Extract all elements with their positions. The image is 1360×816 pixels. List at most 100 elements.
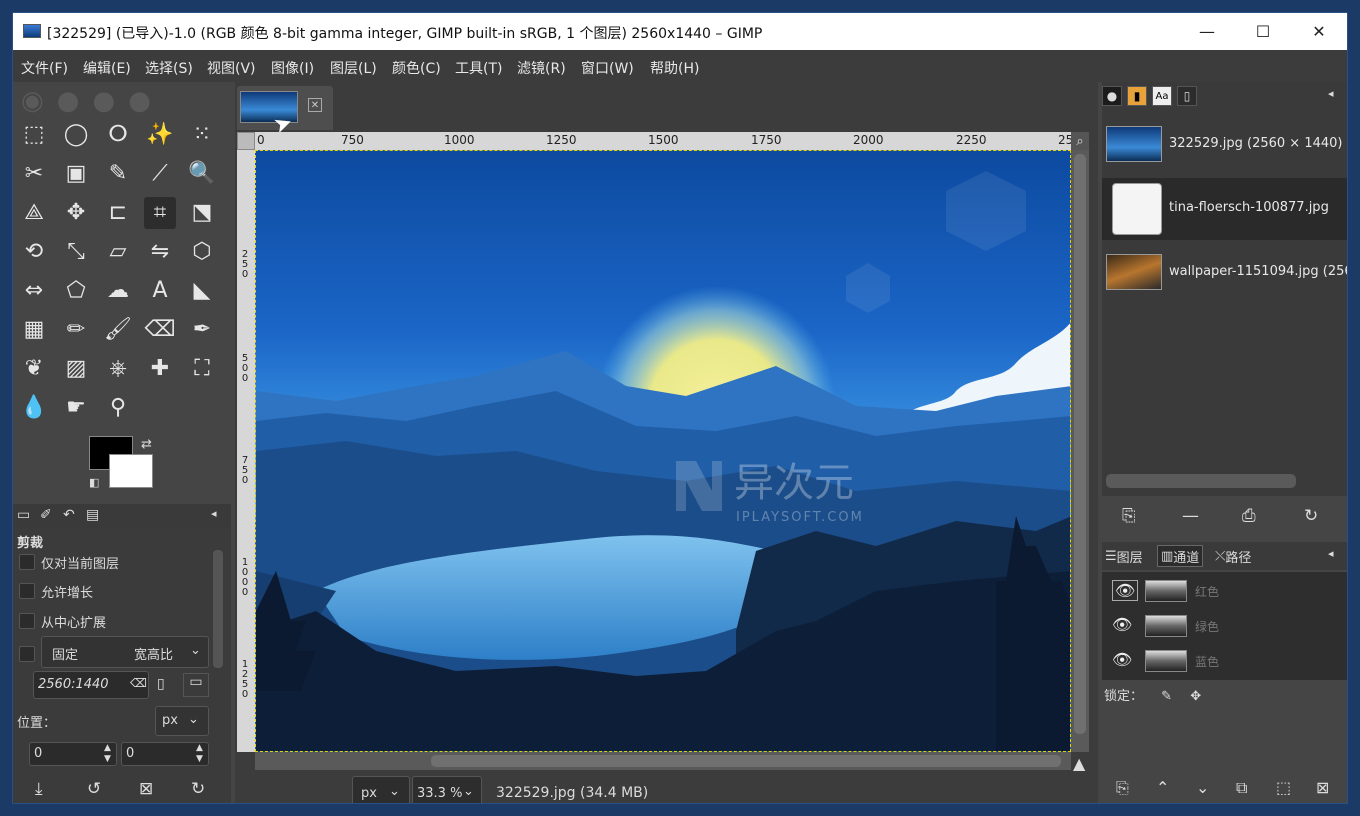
vertical-ruler[interactable]: 2 5 0 5 0 0 7 5 0 1 0 0 0 1 2 5 0 (237, 150, 255, 752)
aspect-ratio-input[interactable]: 2560:1440 ⌫ (33, 671, 149, 699)
duplicate-icon[interactable]: ⧉ (1236, 778, 1247, 798)
brushes-tab[interactable]: ● (1102, 86, 1122, 106)
spin-icon[interactable]: ▲ ▼ (104, 743, 111, 765)
vertical-scrollbar[interactable] (1071, 150, 1089, 752)
to-selection-icon[interactable]: ⬚ (1276, 778, 1291, 797)
align-icon[interactable]: ⊏ (102, 197, 134, 229)
unified-transform-icon[interactable]: ⬔ (186, 197, 218, 229)
new-channel-icon[interactable]: ⎘ (1116, 778, 1129, 798)
minimize-button[interactable]: — (1179, 13, 1235, 50)
blur-icon[interactable]: 💧 (18, 392, 50, 424)
paths-icon[interactable]: ✎ (102, 158, 134, 190)
menu-image[interactable]: 图像(I) (271, 58, 314, 78)
zoom-dropdown[interactable]: 33.3 % ⌄ (412, 776, 482, 803)
measure-icon[interactable]: ⟁ (18, 197, 50, 229)
scale-icon[interactable]: ⤡ (60, 236, 92, 268)
image-canvas[interactable]: 异次元 IPLAYSOFT.COM (255, 150, 1071, 752)
clone-icon[interactable]: ⎈ (102, 353, 134, 385)
smudge-tool-icon[interactable]: ☛ (60, 392, 92, 424)
foreground-select-icon[interactable]: ▣ (60, 158, 92, 190)
delete-options-icon[interactable]: ⊠ (139, 779, 153, 799)
visibility-eye-icon[interactable]: 👁 (1112, 580, 1139, 601)
position-y-input[interactable]: 0 ▲ ▼ (121, 742, 209, 766)
mypaint-brush-icon[interactable]: ▨ (60, 353, 92, 385)
menu-tools[interactable]: 工具(T) (455, 58, 502, 78)
horizontal-scrollbar[interactable] (255, 752, 1071, 770)
position-x-input[interactable]: 0 ▲ ▼ (29, 742, 117, 766)
vertical-scroll-thumb[interactable] (1074, 154, 1086, 734)
undo-history-tab[interactable]: ↶ (63, 507, 75, 523)
documents-tab[interactable]: ▯ (1177, 86, 1197, 106)
zoom-icon[interactable]: 🔍 (186, 158, 218, 190)
paintbrush-icon[interactable]: 🖌 (102, 314, 134, 346)
lower-icon[interactable]: ⌄ (1196, 778, 1209, 797)
eraser-icon[interactable]: ⌫ (144, 314, 176, 346)
close-button[interactable]: ✕ (1291, 13, 1347, 50)
rotate-icon[interactable]: ⟲ (18, 236, 50, 268)
flip-icon[interactable]: ⇋ (144, 236, 176, 268)
rect-select-icon[interactable]: ⬚ (18, 119, 50, 151)
menu-help[interactable]: 帮助(H) (650, 58, 699, 78)
print-icon[interactable]: ⎙ (1242, 506, 1256, 526)
zoom-image-icon[interactable]: ⌕ (1071, 132, 1089, 150)
tab-paths[interactable]: ⤬ 路径 (1212, 545, 1254, 567)
scissors-icon[interactable]: ✂ (18, 158, 50, 190)
menu-view[interactable]: 视图(V) (207, 58, 256, 78)
refresh-icon[interactable]: ↻ (1304, 506, 1318, 526)
horizontal-ruler[interactable]: 0 750 1000 1250 1500 1750 2000 2250 25 (255, 132, 1071, 150)
fixed-checkbox[interactable] (19, 646, 35, 662)
gradient-icon[interactable]: ▦ (18, 314, 50, 346)
save-options-icon[interactable]: ⤓ (35, 779, 43, 799)
shear-icon[interactable]: ▱ (102, 236, 134, 268)
tab-layers[interactable]: ☰ 图层 (1102, 545, 1146, 567)
navigate-icon[interactable]: ▲ (1073, 754, 1085, 773)
text-icon[interactable]: A (144, 275, 176, 307)
free-select-icon[interactable]: ⵔ (102, 119, 134, 151)
remove-icon[interactable]: — (1182, 506, 1199, 526)
move-icon[interactable]: ✥ (60, 197, 92, 229)
position-unit-dropdown[interactable]: px ⌄ (155, 706, 209, 736)
lock-position-icon[interactable]: ✥ (1190, 689, 1201, 704)
visibility-eye-icon[interactable]: 👁 (1112, 615, 1132, 634)
pencil-icon[interactable]: ✏ (60, 314, 92, 346)
swap-colors-icon[interactable]: ⇄ (141, 437, 152, 452)
warp-transform-icon[interactable]: ⇔ (18, 275, 50, 307)
image-list-item[interactable]: 322529.jpg (2560 × 1440) (1102, 114, 1347, 176)
menu-edit[interactable]: 编辑(E) (83, 58, 131, 78)
unit-dropdown[interactable]: px ⌄ (352, 776, 410, 803)
dock-menu-icon[interactable]: ◂ (1328, 547, 1334, 560)
options-scrollbar[interactable] (213, 550, 223, 668)
smudge-icon[interactable]: ☁ (102, 275, 134, 307)
crop-icon[interactable]: ⌗ (144, 197, 176, 229)
maximize-button[interactable]: ☐ (1235, 13, 1291, 50)
expand-from-center-checkbox[interactable] (19, 613, 35, 629)
open-image-icon[interactable]: ⎘ (1122, 506, 1136, 526)
dock-menu-icon[interactable]: ◂ (1328, 87, 1334, 100)
heal-icon[interactable]: ✚ (144, 353, 176, 385)
menu-file[interactable]: 文件(F) (21, 58, 68, 78)
allow-growing-checkbox[interactable] (19, 583, 35, 599)
current-layer-only-checkbox[interactable] (19, 554, 35, 570)
tab-channels[interactable]: ▥ 通道 (1157, 545, 1204, 567)
channel-row[interactable]: 👁 绿色 (1102, 609, 1347, 643)
channel-row[interactable]: 👁 蓝色 (1102, 644, 1347, 678)
dock-menu-icon[interactable]: ◂ (211, 507, 217, 520)
menu-colors[interactable]: 颜色(C) (392, 58, 441, 78)
patterns-tab[interactable]: ▮ (1127, 86, 1147, 106)
ink-icon[interactable]: ❦ (18, 353, 50, 385)
image-list-item[interactable]: tina-floersch-100877.jpg (1102, 178, 1347, 240)
dodge-burn-icon[interactable]: ⚲ (102, 392, 134, 424)
reset-options-icon[interactable]: ↻ (191, 779, 205, 799)
clear-icon[interactable]: ⌫ (130, 676, 147, 690)
restore-options-icon[interactable]: ↺ (87, 779, 101, 799)
raise-icon[interactable]: ⌃ (1156, 778, 1169, 797)
airbrush-icon[interactable]: ✒ (186, 314, 218, 346)
images-hscroll-thumb[interactable] (1106, 474, 1296, 488)
fixed-aspect-dropdown[interactable]: 固定 宽高比 ⌄ (41, 636, 209, 668)
landscape-icon[interactable]: ▭ (183, 673, 209, 697)
image-list-item[interactable]: wallpaper-1151094.jpg (2560 (1102, 242, 1347, 304)
ellipse-select-icon[interactable]: ◯ (60, 119, 92, 151)
menu-select[interactable]: 选择(S) (145, 58, 193, 78)
images-tab[interactable]: ▤ (86, 507, 99, 523)
background-color[interactable] (109, 454, 153, 488)
